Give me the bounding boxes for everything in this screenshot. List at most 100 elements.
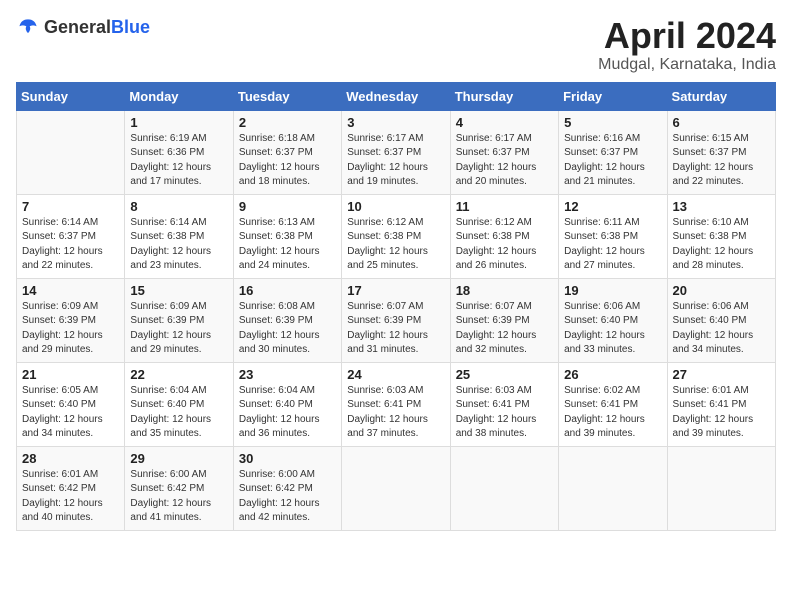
- day-info: Sunrise: 6:03 AMSunset: 6:41 PMDaylight:…: [347, 384, 444, 442]
- day-number: 6: [673, 115, 770, 130]
- day-info: Sunrise: 6:14 AMSunset: 6:37 PMDaylight:…: [22, 216, 119, 274]
- day-number: 28: [22, 451, 119, 466]
- calendar-week-row: 1 Sunrise: 6:19 AMSunset: 6:36 PMDaylight…: [17, 110, 776, 194]
- calendar-table: SundayMondayTuesdayWednesdayThursdayFrid…: [16, 82, 776, 531]
- day-number: 26: [564, 367, 661, 382]
- calendar-cell: 27 Sunrise: 6:01 AMSunset: 6:41 PMDayligh…: [667, 362, 775, 446]
- day-number: 16: [239, 283, 336, 298]
- calendar-cell: 6 Sunrise: 6:15 AMSunset: 6:37 PMDaylight…: [667, 110, 775, 194]
- calendar-header-row: SundayMondayTuesdayWednesdayThursdayFrid…: [17, 82, 776, 110]
- day-info: Sunrise: 6:09 AMSunset: 6:39 PMDaylight:…: [22, 300, 119, 358]
- calendar-cell: 20 Sunrise: 6:06 AMSunset: 6:40 PMDayligh…: [667, 278, 775, 362]
- day-info: Sunrise: 6:12 AMSunset: 6:38 PMDaylight:…: [347, 216, 444, 274]
- day-number: 27: [673, 367, 770, 382]
- day-number: 3: [347, 115, 444, 130]
- column-header-wednesday: Wednesday: [342, 82, 450, 110]
- calendar-cell: 26 Sunrise: 6:02 AMSunset: 6:41 PMDayligh…: [559, 362, 667, 446]
- day-info: Sunrise: 6:00 AMSunset: 6:42 PMDaylight:…: [239, 468, 336, 526]
- column-header-sunday: Sunday: [17, 82, 125, 110]
- day-info: Sunrise: 6:02 AMSunset: 6:41 PMDaylight:…: [564, 384, 661, 442]
- day-number: 7: [22, 199, 119, 214]
- page-header: GeneralBlue April 2024 Mudgal, Karnataka…: [16, 16, 776, 74]
- calendar-cell: 16 Sunrise: 6:08 AMSunset: 6:39 PMDayligh…: [233, 278, 341, 362]
- calendar-cell: [450, 446, 558, 530]
- day-info: Sunrise: 6:15 AMSunset: 6:37 PMDaylight:…: [673, 132, 770, 190]
- calendar-cell: 7 Sunrise: 6:14 AMSunset: 6:37 PMDaylight…: [17, 194, 125, 278]
- calendar-week-row: 7 Sunrise: 6:14 AMSunset: 6:37 PMDaylight…: [17, 194, 776, 278]
- day-info: Sunrise: 6:07 AMSunset: 6:39 PMDaylight:…: [347, 300, 444, 358]
- day-info: Sunrise: 6:19 AMSunset: 6:36 PMDaylight:…: [130, 132, 227, 190]
- column-header-thursday: Thursday: [450, 82, 558, 110]
- day-number: 21: [22, 367, 119, 382]
- calendar-cell: [559, 446, 667, 530]
- calendar-cell: 13 Sunrise: 6:10 AMSunset: 6:38 PMDayligh…: [667, 194, 775, 278]
- calendar-cell: 30 Sunrise: 6:00 AMSunset: 6:42 PMDayligh…: [233, 446, 341, 530]
- calendar-cell: 23Sunrise: 6:04 AMSunset: 6:40 PMDayligh…: [233, 362, 341, 446]
- logo-icon: [16, 16, 40, 40]
- title-section: April 2024 Mudgal, Karnataka, India: [598, 16, 776, 74]
- day-number: 24: [347, 367, 444, 382]
- day-info: Sunrise: 6:06 AMSunset: 6:40 PMDaylight:…: [564, 300, 661, 358]
- day-number: 9: [239, 199, 336, 214]
- day-number: 15: [130, 283, 227, 298]
- calendar-cell: 9 Sunrise: 6:13 AMSunset: 6:38 PMDaylight…: [233, 194, 341, 278]
- month-title: April 2024: [598, 16, 776, 56]
- calendar-cell: [17, 110, 125, 194]
- calendar-cell: 8Sunrise: 6:14 AMSunset: 6:38 PMDaylight…: [125, 194, 233, 278]
- day-number: 19: [564, 283, 661, 298]
- logo: GeneralBlue: [16, 16, 150, 40]
- day-number: 30: [239, 451, 336, 466]
- day-number: 18: [456, 283, 553, 298]
- day-info: Sunrise: 6:17 AMSunset: 6:37 PMDaylight:…: [456, 132, 553, 190]
- day-number: 8: [130, 199, 227, 214]
- calendar-cell: 2Sunrise: 6:18 AMSunset: 6:37 PMDaylight…: [233, 110, 341, 194]
- day-number: 20: [673, 283, 770, 298]
- day-info: Sunrise: 6:07 AMSunset: 6:39 PMDaylight:…: [456, 300, 553, 358]
- day-number: 10: [347, 199, 444, 214]
- column-header-monday: Monday: [125, 82, 233, 110]
- calendar-cell: 5Sunrise: 6:16 AMSunset: 6:37 PMDaylight…: [559, 110, 667, 194]
- day-info: Sunrise: 6:08 AMSunset: 6:39 PMDaylight:…: [239, 300, 336, 358]
- day-info: Sunrise: 6:10 AMSunset: 6:38 PMDaylight:…: [673, 216, 770, 274]
- day-number: 4: [456, 115, 553, 130]
- day-info: Sunrise: 6:06 AMSunset: 6:40 PMDaylight:…: [673, 300, 770, 358]
- day-number: 13: [673, 199, 770, 214]
- day-info: Sunrise: 6:01 AMSunset: 6:41 PMDaylight:…: [673, 384, 770, 442]
- calendar-week-row: 21 Sunrise: 6:05 AMSunset: 6:40 PMDayligh…: [17, 362, 776, 446]
- calendar-cell: 11 Sunrise: 6:12 AMSunset: 6:38 PMDayligh…: [450, 194, 558, 278]
- day-number: 12: [564, 199, 661, 214]
- day-info: Sunrise: 6:17 AMSunset: 6:37 PMDaylight:…: [347, 132, 444, 190]
- calendar-cell: 12Sunrise: 6:11 AMSunset: 6:38 PMDayligh…: [559, 194, 667, 278]
- day-info: Sunrise: 6:04 AMSunset: 6:40 PMDaylight:…: [239, 384, 336, 442]
- calendar-cell: 17Sunrise: 6:07 AMSunset: 6:39 PMDayligh…: [342, 278, 450, 362]
- calendar-cell: 24 Sunrise: 6:03 AMSunset: 6:41 PMDayligh…: [342, 362, 450, 446]
- day-number: 14: [22, 283, 119, 298]
- column-header-friday: Friday: [559, 82, 667, 110]
- day-info: Sunrise: 6:18 AMSunset: 6:37 PMDaylight:…: [239, 132, 336, 190]
- day-info: Sunrise: 6:12 AMSunset: 6:38 PMDaylight:…: [456, 216, 553, 274]
- day-number: 11: [456, 199, 553, 214]
- day-number: 22: [130, 367, 227, 382]
- calendar-cell: 19 Sunrise: 6:06 AMSunset: 6:40 PMDayligh…: [559, 278, 667, 362]
- day-info: Sunrise: 6:04 AMSunset: 6:40 PMDaylight:…: [130, 384, 227, 442]
- calendar-week-row: 28Sunrise: 6:01 AMSunset: 6:42 PMDayligh…: [17, 446, 776, 530]
- calendar-cell: 18 Sunrise: 6:07 AMSunset: 6:39 PMDayligh…: [450, 278, 558, 362]
- calendar-cell: [667, 446, 775, 530]
- calendar-cell: [342, 446, 450, 530]
- calendar-week-row: 14 Sunrise: 6:09 AMSunset: 6:39 PMDayligh…: [17, 278, 776, 362]
- day-number: 25: [456, 367, 553, 382]
- calendar-cell: 28Sunrise: 6:01 AMSunset: 6:42 PMDayligh…: [17, 446, 125, 530]
- calendar-cell: 1 Sunrise: 6:19 AMSunset: 6:36 PMDaylight…: [125, 110, 233, 194]
- calendar-cell: 15Sunrise: 6:09 AMSunset: 6:39 PMDayligh…: [125, 278, 233, 362]
- day-info: Sunrise: 6:05 AMSunset: 6:40 PMDaylight:…: [22, 384, 119, 442]
- calendar-cell: 22 Sunrise: 6:04 AMSunset: 6:40 PMDayligh…: [125, 362, 233, 446]
- day-number: 29: [130, 451, 227, 466]
- calendar-cell: 3 Sunrise: 6:17 AMSunset: 6:37 PMDaylight…: [342, 110, 450, 194]
- calendar-cell: 14 Sunrise: 6:09 AMSunset: 6:39 PMDayligh…: [17, 278, 125, 362]
- location-title: Mudgal, Karnataka, India: [598, 56, 776, 74]
- day-number: 1: [130, 115, 227, 130]
- day-info: Sunrise: 6:03 AMSunset: 6:41 PMDaylight:…: [456, 384, 553, 442]
- calendar-cell: 4 Sunrise: 6:17 AMSunset: 6:37 PMDaylight…: [450, 110, 558, 194]
- day-info: Sunrise: 6:13 AMSunset: 6:38 PMDaylight:…: [239, 216, 336, 274]
- day-info: Sunrise: 6:00 AMSunset: 6:42 PMDaylight:…: [130, 468, 227, 526]
